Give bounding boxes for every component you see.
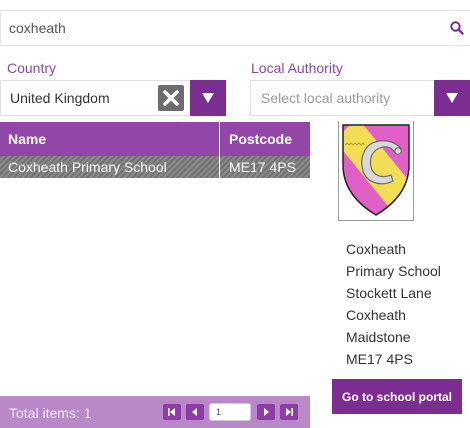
cell-school-name: Coxheath Primary School [0,156,220,178]
school-crest-frame [338,121,414,221]
results-table: Name Postcode Coxheath Primary School ME… [0,122,310,178]
address-line: Maidstone [346,329,411,345]
column-header-name[interactable]: Name [0,122,220,156]
country-value: United Kingdom [10,90,110,106]
cell-postcode: ME17 4PS [229,159,296,175]
school-portal-button[interactable]: Go to school portal [332,379,462,414]
address-line: ME17 4PS [346,351,413,367]
country-dropdown-button[interactable] [190,80,226,116]
search-bar [0,10,470,46]
total-items-text: Total items: 1 [9,405,92,421]
previous-page-button[interactable] [186,404,204,420]
last-page-button[interactable] [280,404,298,420]
clear-country-button[interactable] [158,85,184,111]
local-authority-select[interactable]: Select local authority [250,80,470,116]
school-search-page: Country Local Authority United Kingdom S… [0,0,470,428]
close-icon [163,90,179,106]
first-page-button[interactable] [163,404,181,420]
address-line: Coxheath [346,241,406,257]
next-page-button[interactable] [257,404,275,420]
previous-page-icon [192,408,197,416]
caret-down-icon [446,93,458,103]
address-line: Primary School [346,263,441,279]
next-page-icon [264,408,269,416]
school-address: Coxheath Primary School Stockett Lane Co… [346,238,441,370]
school-crest-icon [342,124,410,216]
local-authority-placeholder: Select local authority [261,90,391,106]
country-label: Country [7,60,57,76]
caret-down-icon [202,93,214,103]
column-header-postcode[interactable]: Postcode [221,122,310,156]
first-page-icon [168,408,175,416]
table-header: Name Postcode [0,122,310,156]
pager: Total items: 1 [0,396,310,428]
search-icon[interactable] [449,20,465,36]
search-input[interactable] [9,11,429,45]
local-authority-dropdown-button[interactable] [434,80,470,116]
last-page-icon [286,408,293,416]
page-number-input[interactable] [209,403,251,421]
country-select[interactable]: United Kingdom [0,80,226,116]
address-line: Stockett Lane [346,285,432,301]
address-line: Coxheath [346,307,406,323]
table-row[interactable]: Coxheath Primary School ME17 4PS [0,156,310,178]
local-authority-label: Local Authority [251,60,343,76]
